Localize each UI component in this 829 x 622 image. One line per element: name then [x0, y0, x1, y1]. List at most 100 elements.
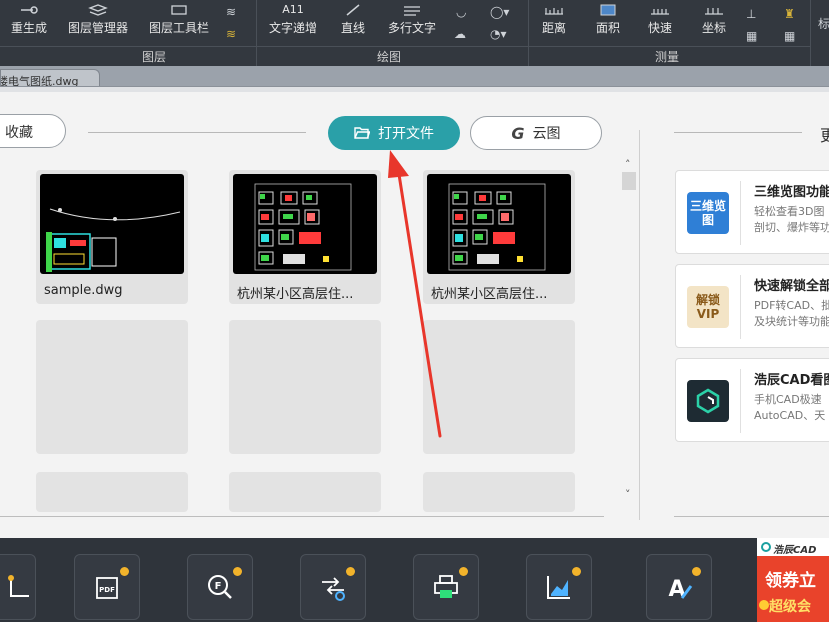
circle-icon[interactable]: ◯▾	[490, 6, 509, 18]
folder-open-icon	[354, 127, 370, 139]
promo-title: 快速解锁全部	[754, 279, 829, 294]
cloud-drawing-button[interactable]: G 云图	[470, 116, 602, 150]
measure-lock-icon[interactable]: ♜	[784, 8, 795, 20]
text-increment-button[interactable]: A11 文字递增	[262, 0, 324, 46]
promo-card-mobile[interactable]: 浩辰CAD看图 手机CAD极速 AutoCAD、天	[675, 358, 829, 442]
promo-desc: PDF转CAD、批	[754, 299, 829, 312]
favorites-tab[interactable]: 收藏	[0, 114, 66, 148]
regen-label: 重生成	[10, 21, 47, 35]
find-tool[interactable]: F	[187, 554, 253, 620]
distance-label: 距离	[541, 21, 566, 35]
ad-headline: 领券立	[765, 571, 816, 591]
mtext-icon	[404, 6, 420, 16]
coordinate-label: 坐标	[701, 21, 726, 35]
text-increment-icon: A11	[282, 3, 304, 16]
gstarcad-app-icon	[687, 380, 729, 422]
recent-file-card[interactable]: 杭州某小区高层住...	[423, 170, 575, 304]
mtext-button[interactable]: 多行文字	[380, 0, 444, 46]
layer-toolbar-icon	[171, 5, 187, 15]
ribbon-partial-button[interactable]: 标	[818, 18, 829, 30]
text-increment-label: 文字递增	[268, 21, 317, 35]
ellipse-icon[interactable]: ◔▾	[490, 28, 507, 40]
group-label-measure: 测量	[655, 50, 680, 64]
recent-file-name: 杭州某小区高层住...	[431, 287, 548, 302]
promo-title: 浩辰CAD看图	[754, 373, 829, 388]
3d-view-icon: 三维览图	[687, 192, 729, 234]
brand-logo-icon	[761, 542, 771, 552]
recent-file-card[interactable]: 杭州某小区高层住...	[229, 170, 381, 304]
scrollbar-thumb[interactable]	[622, 172, 636, 190]
right-panel-heading: 更	[820, 126, 829, 145]
convert-tool[interactable]	[300, 554, 366, 620]
empty-file-slot	[36, 472, 188, 512]
regen-icon	[21, 6, 38, 14]
layer-toolbar-button[interactable]: 图层工具栏	[142, 0, 216, 46]
coordinate-icon	[705, 8, 723, 15]
promo-desc: 及块统计等功能	[754, 315, 829, 328]
ad-subline: 超级会	[769, 599, 811, 615]
layers-icon	[88, 4, 108, 16]
promo-title: 三维览图功能	[754, 185, 829, 200]
text-tool[interactable]: A	[646, 554, 712, 620]
promo-banner[interactable]: 浩辰CAD 领券立 超级会	[757, 538, 829, 622]
distance-button[interactable]: 距离	[534, 0, 574, 46]
layer-match-icon[interactable]: ≋	[226, 28, 236, 40]
group-label-layer: 图层	[142, 50, 167, 64]
recent-file-name: sample.dwg	[44, 283, 123, 298]
ribbon: 重生成 图层管理器 图层工具栏 ≋ ≋ 图层 A11 文字递增 直线 多行文字 …	[0, 0, 829, 66]
recent-file-card[interactable]: sample.dwg	[36, 170, 188, 304]
start-page: 收藏 打开文件 G 云图 更 sample.dwg 杭州某小区高层住... 杭州…	[0, 92, 829, 538]
group-label-draw: 绘图	[377, 50, 402, 64]
measure-table-icon[interactable]: ▦	[784, 30, 795, 42]
measure-angle-icon[interactable]: ⊥	[746, 8, 756, 20]
cloud-label: 云图	[532, 126, 561, 142]
empty-file-slot	[229, 320, 381, 454]
svg-text:PDF: PDF	[99, 586, 115, 594]
drawing-thumbnail	[233, 174, 377, 274]
open-file-button[interactable]: 打开文件	[328, 116, 460, 150]
scroll-down-icon[interactable]: ˅	[625, 488, 631, 501]
cloud-logo-icon: G	[511, 123, 525, 143]
coordinate-button[interactable]: 坐标	[694, 0, 734, 46]
scroll-up-icon[interactable]: ˄	[625, 158, 631, 171]
mtext-label: 多行文字	[387, 21, 436, 35]
promo-desc: 轻松查看3D图	[754, 205, 825, 218]
find-text-icon: F	[208, 575, 232, 599]
crop-icon	[8, 575, 29, 597]
arc-icon[interactable]: ◡	[456, 6, 466, 18]
promo-desc: 手机CAD极速	[754, 393, 822, 406]
print-icon	[434, 575, 458, 598]
print-tool[interactable]	[413, 554, 479, 620]
layer-manager-button[interactable]: 图层管理器	[62, 0, 134, 46]
layer-toolbar-label: 图层工具栏	[148, 21, 209, 35]
layer-state-icon[interactable]: ≋	[226, 6, 236, 18]
area-label: 面积	[595, 21, 620, 35]
promo-card-vip[interactable]: 解锁VIP 快速解锁全部 PDF转CAD、批 及块统计等功能	[675, 264, 829, 348]
pdf-tool[interactable]: PDF	[74, 554, 140, 620]
measure-tool[interactable]	[0, 554, 36, 620]
empty-file-slot	[423, 472, 575, 512]
measure-grid-icon[interactable]: ▦	[746, 30, 757, 42]
empty-file-slot	[423, 320, 575, 454]
empty-file-slot	[36, 320, 188, 454]
quick-measure-label: 快速	[647, 21, 672, 35]
chart-icon	[547, 576, 570, 599]
promo-desc: 剖切、爆炸等功	[754, 221, 829, 234]
svg-text:F: F	[215, 581, 222, 592]
layer-manager-label: 图层管理器	[67, 21, 128, 35]
quick-measure-button[interactable]: 快速	[640, 0, 680, 46]
bottom-toolbar: PDF F A	[0, 538, 829, 622]
regen-button[interactable]: 重生成	[6, 0, 52, 46]
area-button[interactable]: 面积	[588, 0, 628, 46]
line-label: 直线	[340, 21, 365, 35]
ruler-icon	[545, 8, 563, 15]
recent-file-name: 杭州某小区高层住...	[237, 287, 354, 302]
favorites-label: 收藏	[5, 125, 33, 141]
drawing-thumbnail	[40, 174, 184, 274]
promo-card-3d[interactable]: 三维览图 三维览图功能 轻松查看3D图 剖切、爆炸等功	[675, 170, 829, 254]
drawing-thumbnail	[427, 174, 571, 274]
line-button[interactable]: 直线	[334, 0, 372, 46]
chart-tool[interactable]	[526, 554, 592, 620]
cloud-line-icon[interactable]: ☁	[454, 28, 466, 40]
vip-unlock-icon: 解锁VIP	[687, 286, 729, 328]
